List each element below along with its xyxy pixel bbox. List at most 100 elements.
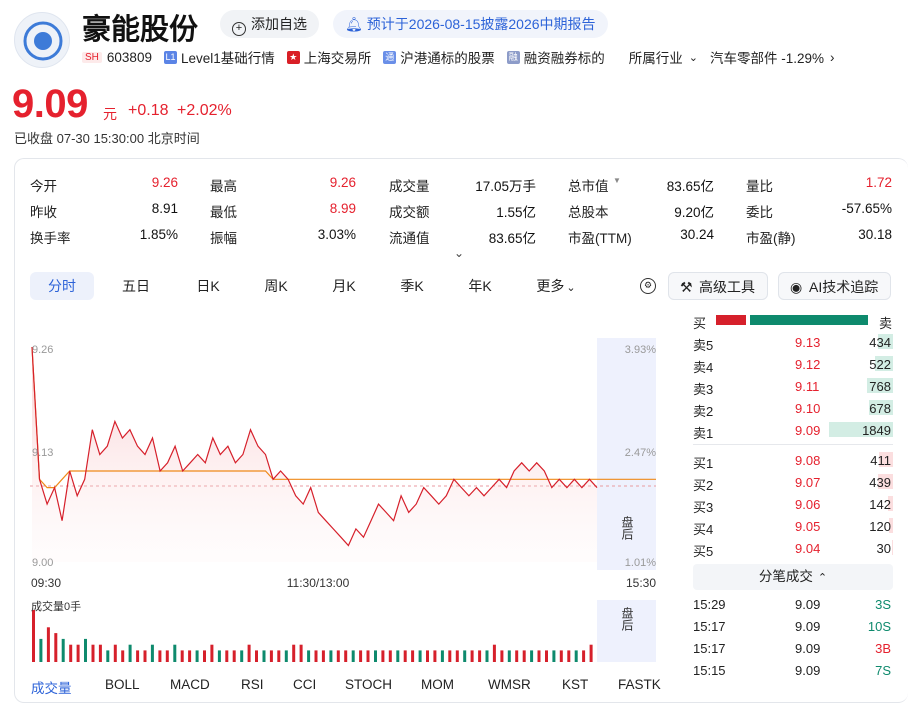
y-label-high: 9.26 (32, 344, 53, 356)
tick-price: 9.09 (795, 663, 821, 678)
indicator-tab[interactable]: WMSR (488, 677, 531, 692)
current-price: 9.09 (12, 82, 88, 126)
volume-bar (299, 644, 303, 662)
margin-icon: 融 (506, 50, 520, 64)
indicator-tab[interactable]: MACD (170, 677, 210, 692)
bid-row[interactable]: 买5 9.04 30 (693, 537, 893, 559)
tab-weekly-k[interactable]: 周K (248, 272, 304, 300)
indicator-tab[interactable]: CCI (293, 677, 316, 692)
tab-five-day[interactable]: 五日 (108, 272, 164, 300)
tab-daily-k[interactable]: 日K (180, 272, 236, 300)
volume-bar (91, 644, 95, 662)
tag-hk-connect[interactable]: 通沪港通标的股票 (383, 47, 495, 67)
stat-label: 量比 (746, 179, 773, 194)
ticks-header[interactable]: 分笔成交 ⌃ (693, 564, 893, 590)
stat-label: 换手率 (30, 231, 71, 246)
level-volume: 678 (869, 401, 891, 416)
stat-value: 9.26 (151, 175, 178, 190)
ai-tracking-button[interactable]: ◉ AI技术追踪 (778, 272, 892, 300)
volume-bar (359, 650, 363, 662)
level-volume: 120 (869, 519, 891, 534)
bid-row[interactable]: 买3 9.06 142 (693, 493, 893, 515)
volume-bar (150, 644, 154, 662)
tag-exchange[interactable]: ★ 上海交易所 (286, 47, 372, 67)
tab-quarterly-k[interactable]: 季K (384, 272, 440, 300)
volume-bars (32, 610, 593, 662)
tab-intraday[interactable]: 分时 (30, 272, 94, 300)
settings-circle-icon[interactable]: ⚙ (640, 278, 656, 294)
bid-row[interactable]: 买4 9.05 120 (693, 515, 893, 537)
ask-row[interactable]: 卖4 9.12 522 (693, 353, 893, 375)
volume-bar (351, 650, 355, 662)
tag-label: 上海交易所 (303, 51, 372, 66)
ask-row[interactable]: 卖5 9.13 434 (693, 331, 893, 353)
price-change-pct: +2.02% (177, 102, 232, 119)
level-volume: 522 (869, 357, 891, 372)
tab-monthly-k[interactable]: 月K (316, 272, 372, 300)
volume-bar (433, 650, 437, 662)
tick-volume: 3S (875, 597, 891, 612)
tag-level1[interactable]: L1 Level1基础行情 (163, 47, 275, 67)
volume-bar (344, 650, 348, 662)
tab-yearly-k[interactable]: 年K (452, 272, 508, 300)
indicator-tab[interactable]: MOM (421, 677, 454, 692)
volume-bar (559, 650, 563, 662)
volume-bar (455, 650, 459, 662)
expand-stats-icon[interactable]: ⌄ (454, 246, 464, 260)
bid-row[interactable]: 买2 9.07 439 (693, 471, 893, 493)
tab-more[interactable]: 更多 ⌄ (528, 272, 584, 300)
chevron-up-icon: ⌃ (817, 572, 828, 584)
volume-bar (321, 650, 325, 662)
volume-bar (463, 650, 467, 662)
volume-bar (113, 644, 117, 662)
level-label: 买1 (693, 456, 714, 471)
indicator-tab[interactable]: KST (562, 677, 588, 692)
market-status: 已收盘 07-30 15:30:00 北京时间 (14, 131, 200, 146)
stat-value: 30.18 (858, 227, 892, 242)
advanced-tools-button[interactable]: ⚒ 高级工具 (668, 272, 768, 300)
indicator-tab[interactable]: BOLL (105, 677, 140, 692)
price-change: +0.18 (128, 102, 169, 119)
indicator-tab[interactable]: 成交量 (31, 677, 72, 697)
report-notice-button[interactable]: 🔔︎ 预计于2026-08-15披露2026中期报告 (333, 10, 608, 38)
stat-label: 成交额 (389, 205, 430, 220)
stat-value: -57.65% (841, 201, 892, 216)
ask-row[interactable]: 卖2 9.10 678 (693, 397, 893, 419)
tab-more-label: 更多 (536, 278, 565, 294)
industry-dropdown[interactable]: 所属行业 ⌄ (629, 47, 698, 67)
volume-bar (507, 650, 511, 662)
volume-bar (485, 650, 489, 662)
industry-label: 所属行业 (628, 51, 683, 66)
volume-bar (225, 650, 229, 662)
tag-margin[interactable]: 融融资融券标的 (506, 47, 605, 67)
connect-icon: 通 (383, 50, 397, 64)
indicator-tab[interactable]: RSI (241, 677, 264, 692)
ask-row[interactable]: 卖3 9.11 768 (693, 375, 893, 397)
volume-bar (366, 650, 370, 662)
level-price: 9.04 (795, 541, 821, 556)
ask-row[interactable]: 卖1 9.09 1849 (693, 419, 893, 441)
volume-bar (188, 650, 192, 662)
level-label: 卖5 (693, 338, 714, 353)
stock-name: 豪能股份 (82, 14, 199, 46)
price-area (32, 347, 597, 562)
chevron-down-icon: ⌄ (566, 282, 576, 294)
indicator-tab[interactable]: FASTK (618, 677, 661, 692)
stat-label: 市盈(TTM) (568, 231, 632, 246)
volume-bar (269, 650, 273, 662)
add-watchlist-button[interactable]: + 添加自选 (220, 10, 319, 38)
intraday-chart[interactable]: 9.26 9.13 9.00 3.93% 2.47% 1.01% 09:30 1… (0, 330, 670, 700)
bid-row[interactable]: 买1 9.08 411 (693, 449, 893, 471)
volume-bar (381, 650, 385, 662)
volume-bar (396, 650, 400, 662)
tick-time: 15:29 (693, 597, 726, 612)
market-cap-caret-icon[interactable]: ▼ (613, 176, 621, 185)
indicator-tab[interactable]: STOCH (345, 677, 392, 692)
volume-bar (173, 644, 177, 662)
industry-link[interactable]: 汽车零部件 -1.29% › (710, 47, 835, 67)
level-label: 买4 (693, 522, 714, 537)
level-volume: 439 (869, 475, 891, 490)
volume-bar (522, 650, 526, 662)
volume-bar (500, 650, 504, 662)
tick-time: 15:17 (693, 641, 726, 656)
